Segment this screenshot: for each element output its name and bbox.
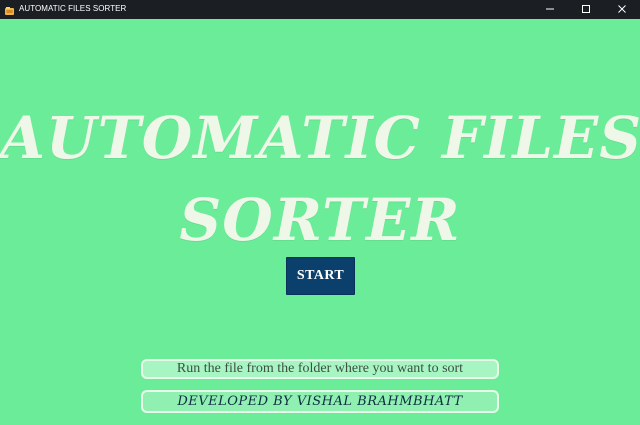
start-button[interactable]: START [286,257,355,295]
minimize-icon [546,8,554,10]
page-title: AUTOMATIC FILES SORTER [0,97,640,261]
close-button[interactable] [604,0,640,19]
page-title-line-2: SORTER [179,185,461,254]
window-controls [532,0,640,19]
close-icon [618,5,626,13]
maximize-icon [582,5,590,13]
page-title-line-1: AUTOMATIC FILES [0,103,640,172]
app-icon [4,4,15,15]
developer-credit-label: DEVELOPED BY VISHAL BRAHMBHATT [141,390,499,413]
maximize-button[interactable] [568,0,604,19]
window-title: AUTOMATIC FILES SORTER [19,4,127,13]
app-window: AUTOMATIC FILES SORTER AUTOMATIC FILES S… [0,0,640,425]
minimize-button[interactable] [532,0,568,19]
title-bar[interactable]: AUTOMATIC FILES SORTER [0,0,640,19]
instruction-label: Run the file from the folder where you w… [141,359,499,379]
